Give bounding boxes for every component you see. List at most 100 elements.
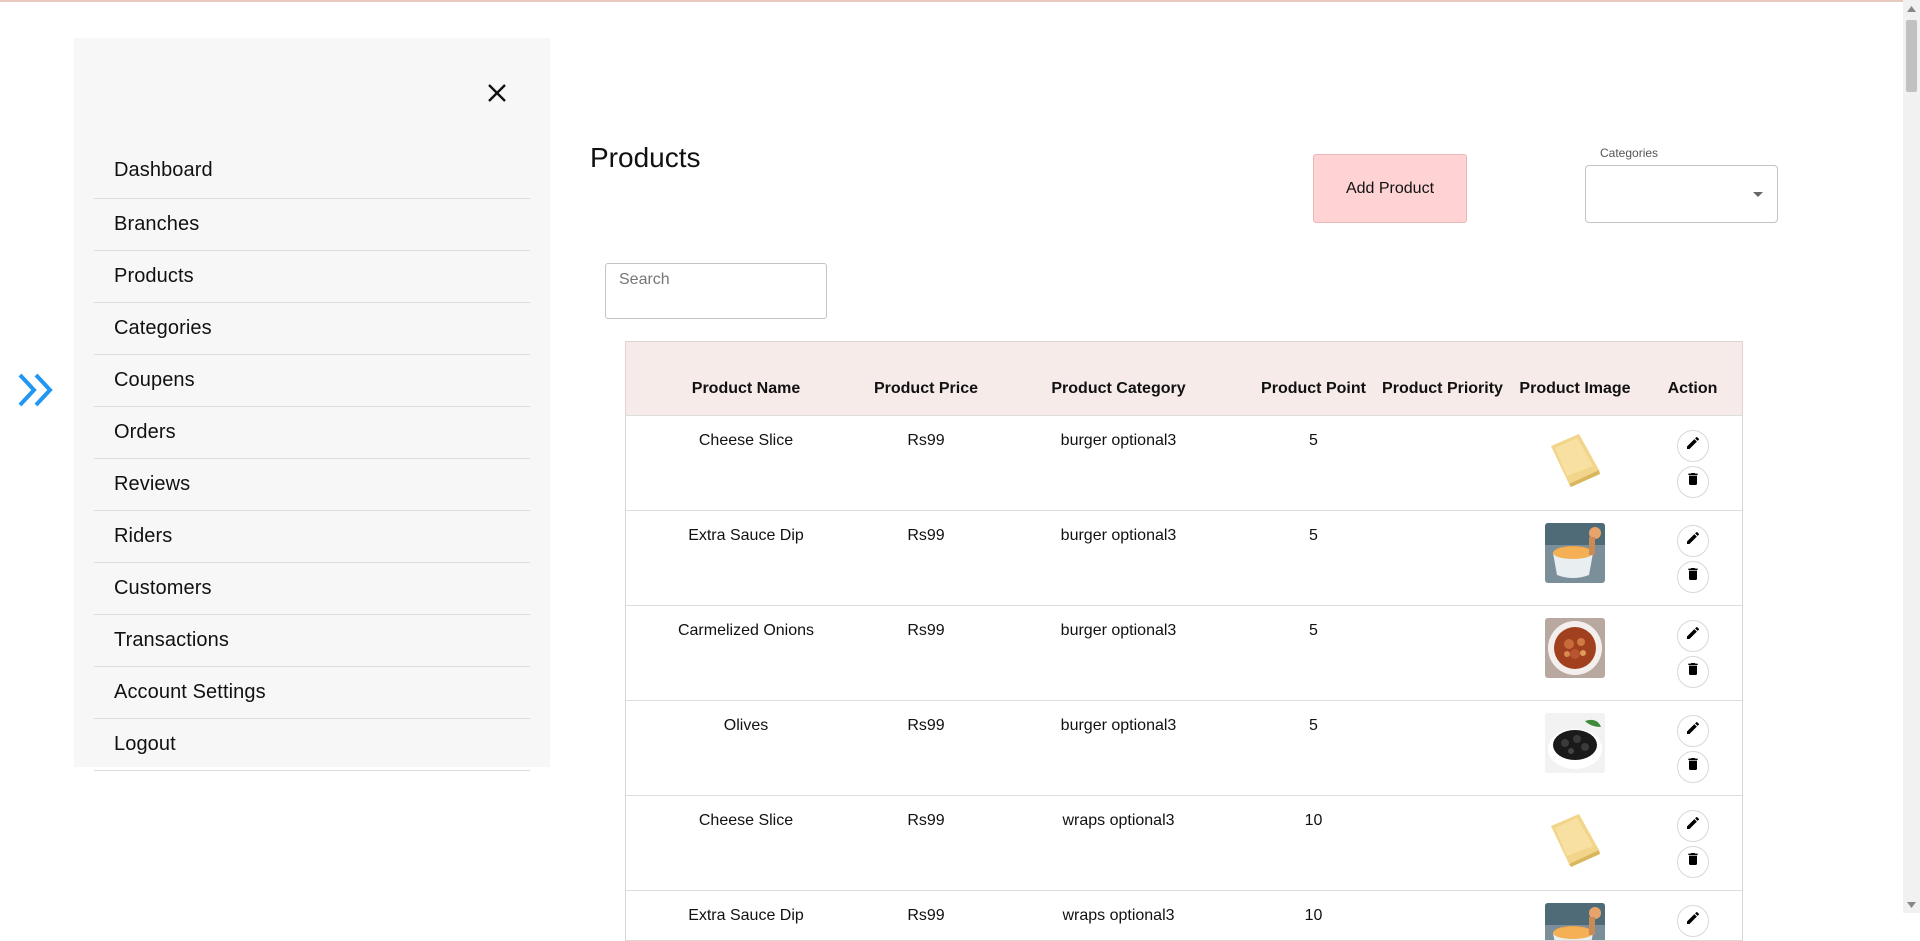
product-category-cell: burger optional3 bbox=[986, 415, 1251, 510]
products-table: Product Name Product Price Product Categ… bbox=[625, 341, 1743, 941]
product-name-cell: Cheese Slice bbox=[626, 415, 866, 510]
delete-button[interactable] bbox=[1677, 561, 1709, 593]
column-header[interactable]: Product Point bbox=[1251, 342, 1376, 415]
sidebar-item-customers[interactable]: Customers bbox=[94, 563, 530, 615]
table-row: Extra Sauce DipRs99burger optional35 bbox=[626, 510, 1743, 605]
product-image-cell bbox=[1509, 890, 1641, 941]
action-cell bbox=[1641, 605, 1743, 700]
delete-button[interactable] bbox=[1677, 466, 1709, 498]
product-image-cell bbox=[1509, 605, 1641, 700]
add-product-button[interactable]: Add Product bbox=[1313, 154, 1467, 223]
double-chevron-right-icon[interactable] bbox=[16, 369, 58, 411]
trash-icon bbox=[1685, 851, 1701, 872]
sidebar-item-branches[interactable]: Branches bbox=[94, 199, 530, 251]
table-row: Cheese SliceRs99burger optional35 bbox=[626, 415, 1743, 510]
product-category-cell: burger optional3 bbox=[986, 605, 1251, 700]
action-cell bbox=[1641, 700, 1743, 795]
action-cell bbox=[1641, 795, 1743, 890]
table-row: Cheese SliceRs99wraps optional310 bbox=[626, 795, 1743, 890]
product-priority-cell bbox=[1376, 510, 1509, 605]
edit-button[interactable] bbox=[1677, 430, 1709, 462]
table-row: OlivesRs99burger optional35 bbox=[626, 700, 1743, 795]
action-cell bbox=[1641, 510, 1743, 605]
column-header[interactable]: Product Image bbox=[1509, 342, 1641, 415]
page-scrollbar[interactable] bbox=[1903, 0, 1920, 913]
sidebar-nav: Dashboard Branches Products Categories C… bbox=[94, 142, 530, 771]
categories-label: Categories bbox=[1600, 146, 1658, 160]
action-cell bbox=[1641, 890, 1743, 941]
sidebar-item-categories[interactable]: Categories bbox=[94, 303, 530, 355]
sidebar-item-dashboard[interactable]: Dashboard bbox=[94, 142, 530, 199]
close-icon[interactable] bbox=[480, 76, 514, 110]
delete-button[interactable] bbox=[1677, 751, 1709, 783]
column-header[interactable]: Product Priority bbox=[1376, 342, 1509, 415]
sidebar-item-transactions[interactable]: Transactions bbox=[94, 615, 530, 667]
edit-button[interactable] bbox=[1677, 620, 1709, 652]
product-price-cell: Rs99 bbox=[866, 415, 986, 510]
product-image-cell bbox=[1509, 415, 1641, 510]
product-priority-cell bbox=[1376, 605, 1509, 700]
product-image-cell bbox=[1509, 510, 1641, 605]
column-header[interactable]: Product Category bbox=[986, 342, 1251, 415]
column-header[interactable]: Action bbox=[1641, 342, 1743, 415]
scrollbar-thumb[interactable] bbox=[1906, 20, 1917, 92]
delete-button[interactable] bbox=[1677, 846, 1709, 878]
table-row: Carmelized OnionsRs99burger optional35 bbox=[626, 605, 1743, 700]
product-name-cell: Extra Sauce Dip bbox=[626, 510, 866, 605]
dropdown-caret-icon bbox=[1753, 192, 1763, 197]
product-priority-cell bbox=[1376, 415, 1509, 510]
onions-image bbox=[1545, 618, 1605, 678]
product-name-cell: Olives bbox=[626, 700, 866, 795]
sauce-dip-image bbox=[1545, 523, 1605, 583]
pencil-icon bbox=[1685, 435, 1701, 456]
pencil-icon bbox=[1685, 815, 1701, 836]
pencil-icon bbox=[1685, 720, 1701, 741]
sidebar-item-coupens[interactable]: Coupens bbox=[94, 355, 530, 407]
trash-icon bbox=[1685, 661, 1701, 682]
table-header-row: Product Name Product Price Product Categ… bbox=[626, 342, 1743, 415]
sidebar-item-orders[interactable]: Orders bbox=[94, 407, 530, 459]
product-point-cell: 10 bbox=[1251, 890, 1376, 941]
product-image-cell bbox=[1509, 700, 1641, 795]
product-price-cell: Rs99 bbox=[866, 510, 986, 605]
sidebar-item-reviews[interactable]: Reviews bbox=[94, 459, 530, 511]
trash-icon bbox=[1685, 566, 1701, 587]
product-point-cell: 5 bbox=[1251, 605, 1376, 700]
product-category-cell: burger optional3 bbox=[986, 700, 1251, 795]
product-category-cell: wraps optional3 bbox=[986, 795, 1251, 890]
column-header[interactable]: Product Name bbox=[626, 342, 866, 415]
pencil-icon bbox=[1685, 910, 1701, 931]
product-priority-cell bbox=[1376, 890, 1509, 941]
cheese-slice-image bbox=[1545, 428, 1605, 488]
scroll-down-arrow-icon[interactable] bbox=[1903, 896, 1920, 913]
product-image-cell bbox=[1509, 795, 1641, 890]
sidebar-item-riders[interactable]: Riders bbox=[94, 511, 530, 563]
top-border bbox=[0, 0, 1920, 2]
product-price-cell: Rs99 bbox=[866, 890, 986, 941]
product-price-cell: Rs99 bbox=[866, 605, 986, 700]
sidebar-item-account-settings[interactable]: Account Settings bbox=[94, 667, 530, 719]
edit-button[interactable] bbox=[1677, 905, 1709, 937]
product-category-cell: wraps optional3 bbox=[986, 890, 1251, 941]
product-priority-cell bbox=[1376, 795, 1509, 890]
column-header[interactable]: Product Price bbox=[866, 342, 986, 415]
product-price-cell: Rs99 bbox=[866, 795, 986, 890]
cheese-slice-image bbox=[1545, 808, 1605, 868]
product-category-cell: burger optional3 bbox=[986, 510, 1251, 605]
table-row: Extra Sauce DipRs99wraps optional310 bbox=[626, 890, 1743, 941]
scroll-up-arrow-icon[interactable] bbox=[1903, 0, 1920, 17]
search-input[interactable] bbox=[605, 263, 827, 319]
edit-button[interactable] bbox=[1677, 525, 1709, 557]
sidebar-item-products[interactable]: Products bbox=[94, 251, 530, 303]
page-title: Products bbox=[590, 142, 701, 174]
olives-image bbox=[1545, 713, 1605, 773]
product-point-cell: 5 bbox=[1251, 700, 1376, 795]
product-name-cell: Extra Sauce Dip bbox=[626, 890, 866, 941]
edit-button[interactable] bbox=[1677, 715, 1709, 747]
sauce-dip-image bbox=[1545, 903, 1605, 941]
categories-select[interactable] bbox=[1585, 165, 1778, 223]
sidebar-item-logout[interactable]: Logout bbox=[94, 719, 530, 771]
edit-button[interactable] bbox=[1677, 810, 1709, 842]
delete-button[interactable] bbox=[1677, 656, 1709, 688]
trash-icon bbox=[1685, 471, 1701, 492]
